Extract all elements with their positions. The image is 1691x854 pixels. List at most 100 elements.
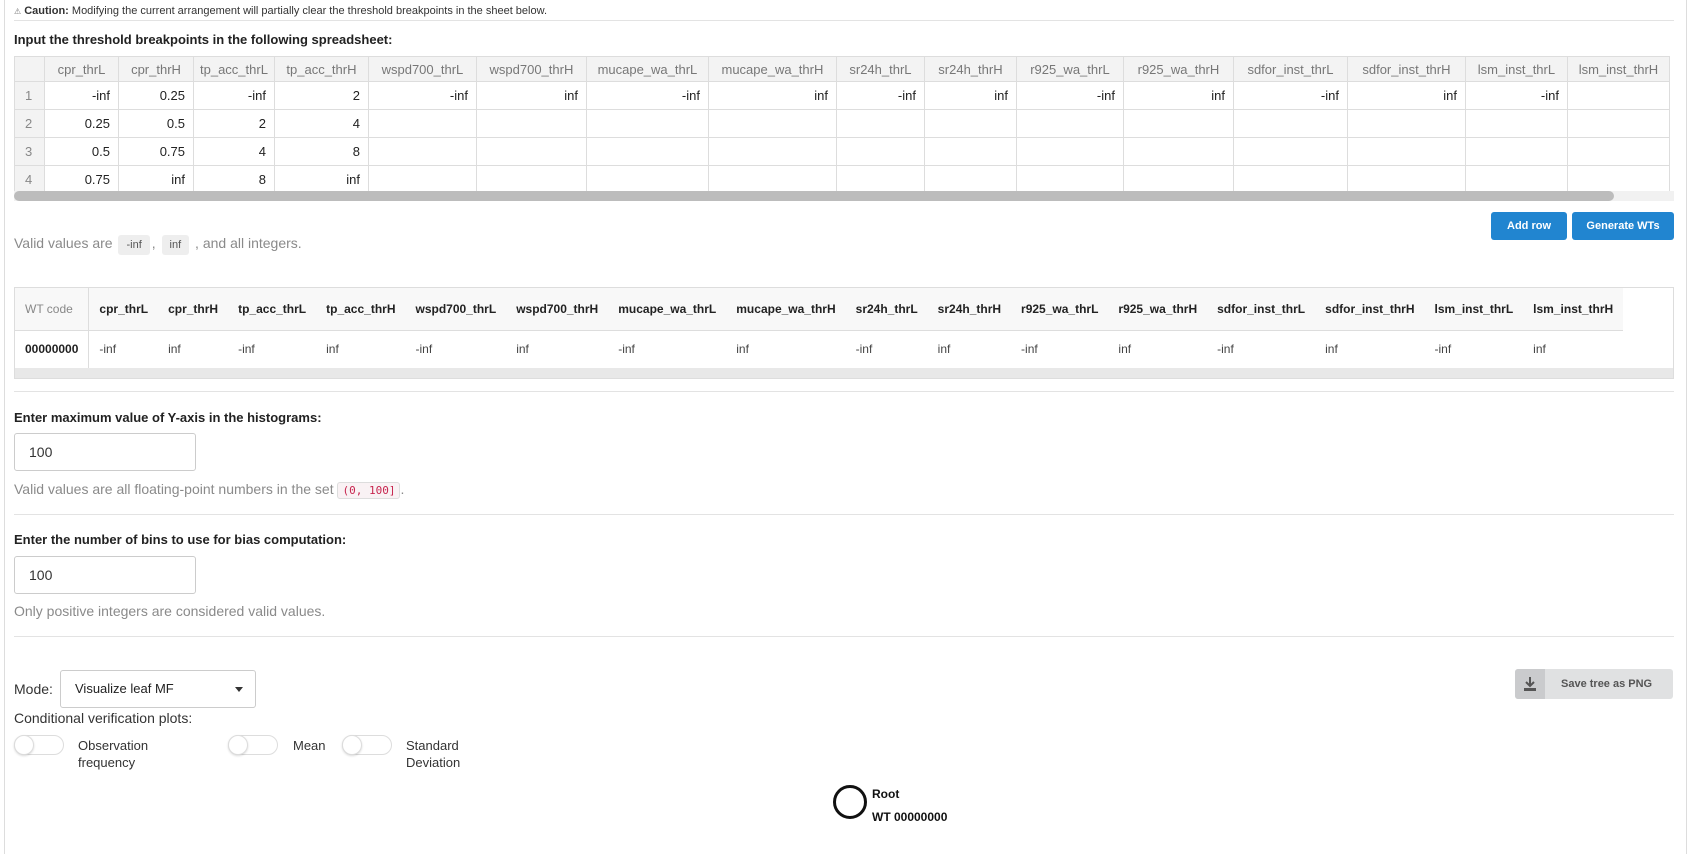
sheet-cell[interactable] xyxy=(1232,165,1348,194)
sheet-cell[interactable]: -inf xyxy=(1464,81,1568,110)
sheet-column-header[interactable]: wspd700_thrH xyxy=(475,56,587,82)
wt-table-scrollbar[interactable] xyxy=(15,368,1673,378)
sheet-cell[interactable] xyxy=(923,165,1017,194)
sheet-cell[interactable]: inf xyxy=(475,81,587,110)
table-row[interactable]: 3 0.5 0.75 4 8 xyxy=(14,137,1670,166)
sheet-cell[interactable] xyxy=(1122,165,1234,194)
sheet-cell[interactable] xyxy=(475,165,587,194)
sheet-column-header[interactable]: lsm_inst_thrL xyxy=(1464,56,1568,82)
sheet-cell[interactable] xyxy=(475,137,587,166)
sheet-cell[interactable]: 0.75 xyxy=(44,165,119,194)
toggle-observation-frequency[interactable] xyxy=(14,735,64,755)
sheet-column-header[interactable]: sr24h_thrH xyxy=(923,56,1017,82)
sheet-cell[interactable]: -inf xyxy=(367,81,477,110)
sheet-cell[interactable] xyxy=(1015,109,1124,138)
sheet-column-header[interactable]: sdfor_inst_thrL xyxy=(1232,56,1348,82)
sheet-cell[interactable] xyxy=(1566,109,1670,138)
add-row-button[interactable]: Add row xyxy=(1491,212,1567,240)
sheet-cell[interactable] xyxy=(585,137,709,166)
sheet-cell[interactable] xyxy=(923,137,1017,166)
sheet-cell[interactable] xyxy=(923,109,1017,138)
sheet-cell[interactable] xyxy=(707,137,837,166)
scrollbar-thumb[interactable] xyxy=(14,191,1614,201)
sheet-cell[interactable]: -inf xyxy=(585,81,709,110)
table-row[interactable]: 2 0.25 0.5 2 4 xyxy=(14,109,1670,138)
sheet-cell[interactable] xyxy=(835,109,925,138)
sheet-cell[interactable] xyxy=(1566,81,1670,110)
sheet-cell[interactable] xyxy=(585,109,709,138)
sheet-cell[interactable]: 8 xyxy=(273,137,369,166)
sheet-cell[interactable] xyxy=(835,165,925,194)
sheet-cell[interactable]: 4 xyxy=(193,137,275,166)
sheet-cell[interactable]: inf xyxy=(273,165,369,194)
sheet-cell[interactable]: 0.25 xyxy=(118,81,194,110)
sheet-cell[interactable] xyxy=(475,109,587,138)
sheet-cell[interactable] xyxy=(1346,165,1466,194)
sheet-cell[interactable]: 2 xyxy=(273,81,369,110)
sheet-cell[interactable] xyxy=(1566,165,1670,194)
sheet-cell[interactable]: -inf xyxy=(835,81,925,110)
sheet-column-header[interactable]: tp_acc_thrH xyxy=(273,56,369,82)
sheet-cell[interactable]: inf xyxy=(1346,81,1466,110)
toggle-mean[interactable] xyxy=(228,735,278,755)
sheet-cell[interactable] xyxy=(707,109,837,138)
table-row[interactable]: 00000000 -inf inf -inf inf -inf inf -inf inf -inf… xyxy=(15,330,1623,368)
sheet-horizontal-scrollbar[interactable] xyxy=(14,191,1674,201)
sheet-column-header[interactable]: mucape_wa_thrL xyxy=(585,56,709,82)
sheet-cell[interactable] xyxy=(1346,109,1466,138)
sheet-cell[interactable] xyxy=(367,109,477,138)
sheet-cell[interactable]: inf xyxy=(118,165,194,194)
sheet-cell[interactable] xyxy=(1122,137,1234,166)
sheet-cell[interactable] xyxy=(1464,137,1568,166)
sheet-column-header[interactable]: r925_wa_thrL xyxy=(1015,56,1124,82)
sheet-cell[interactable] xyxy=(1232,109,1348,138)
sheet-cell[interactable] xyxy=(1464,165,1568,194)
sheet-column-header[interactable]: tp_acc_thrL xyxy=(193,56,275,82)
sheet-column-header[interactable]: lsm_inst_thrH xyxy=(1566,56,1670,82)
table-row[interactable]: 4 0.75 inf 8 inf xyxy=(14,165,1670,194)
sheet-column-header[interactable]: sdfor_inst_thrH xyxy=(1346,56,1466,82)
sheet-cell[interactable]: -inf xyxy=(1015,81,1124,110)
yaxis-max-input[interactable]: 100 xyxy=(14,433,196,471)
sheet-column-header[interactable]: cpr_thrH xyxy=(118,56,194,82)
bins-input[interactable]: 100 xyxy=(14,556,196,594)
sheet-cell[interactable]: -inf xyxy=(193,81,275,110)
sheet-cell[interactable] xyxy=(1232,137,1348,166)
table-row[interactable]: 1 -inf 0.25 -inf 2 -inf inf -inf inf -inf inf -inf i… xyxy=(14,81,1670,110)
sheet-cell[interactable]: 8 xyxy=(193,165,275,194)
sheet-cell[interactable] xyxy=(707,165,837,194)
sheet-column-header[interactable]: cpr_thrL xyxy=(44,56,119,82)
sheet-cell[interactable]: 0.5 xyxy=(44,137,119,166)
sheet-column-header[interactable]: r925_wa_thrH xyxy=(1122,56,1234,82)
sheet-cell[interactable] xyxy=(1346,137,1466,166)
generate-wts-button[interactable]: Generate WTs xyxy=(1572,212,1674,240)
sheet-cell[interactable]: -inf xyxy=(1232,81,1348,110)
sheet-cell[interactable]: 0.25 xyxy=(44,109,119,138)
mode-select[interactable]: Visualize leaf MF xyxy=(60,670,256,708)
sheet-cell[interactable] xyxy=(1122,109,1234,138)
toggle-standard-deviation[interactable] xyxy=(342,735,392,755)
sheet-cell[interactable]: 4 xyxy=(273,109,369,138)
save-tree-png-button[interactable]: Save tree as PNG xyxy=(1515,669,1673,699)
sheet-cell[interactable]: inf xyxy=(923,81,1017,110)
sheet-cell[interactable]: 0.5 xyxy=(118,109,194,138)
sheet-cell[interactable] xyxy=(1464,109,1568,138)
sheet-cell[interactable] xyxy=(1015,165,1124,194)
tree-root-node[interactable] xyxy=(833,785,867,819)
sheet-column-header[interactable]: sr24h_thrL xyxy=(835,56,925,82)
sheet-cell[interactable]: 0.75 xyxy=(118,137,194,166)
sheet-column-header[interactable]: mucape_wa_thrH xyxy=(707,56,837,82)
sheet-column-header[interactable]: wspd700_thrL xyxy=(367,56,477,82)
sheet-cell[interactable] xyxy=(367,137,477,166)
sheet-cell[interactable] xyxy=(367,165,477,194)
sheet-cell[interactable]: inf xyxy=(707,81,837,110)
sheet-cell[interactable] xyxy=(1015,137,1124,166)
sheet-cell[interactable] xyxy=(835,137,925,166)
sheet-cell[interactable]: inf xyxy=(1122,81,1234,110)
sheet-cell[interactable]: -inf xyxy=(44,81,119,110)
sheet-cell[interactable]: 2 xyxy=(193,109,275,138)
sheet-cell[interactable] xyxy=(1566,137,1670,166)
threshold-spreadsheet[interactable]: cpr_thrL cpr_thrH tp_acc_thrL tp_acc_thrH ws… xyxy=(14,56,1674,201)
wt-table[interactable]: WT code cpr_thrL cpr_thrH tp_acc_thrL tp_acc… xyxy=(14,287,1674,379)
sheet-cell[interactable] xyxy=(585,165,709,194)
